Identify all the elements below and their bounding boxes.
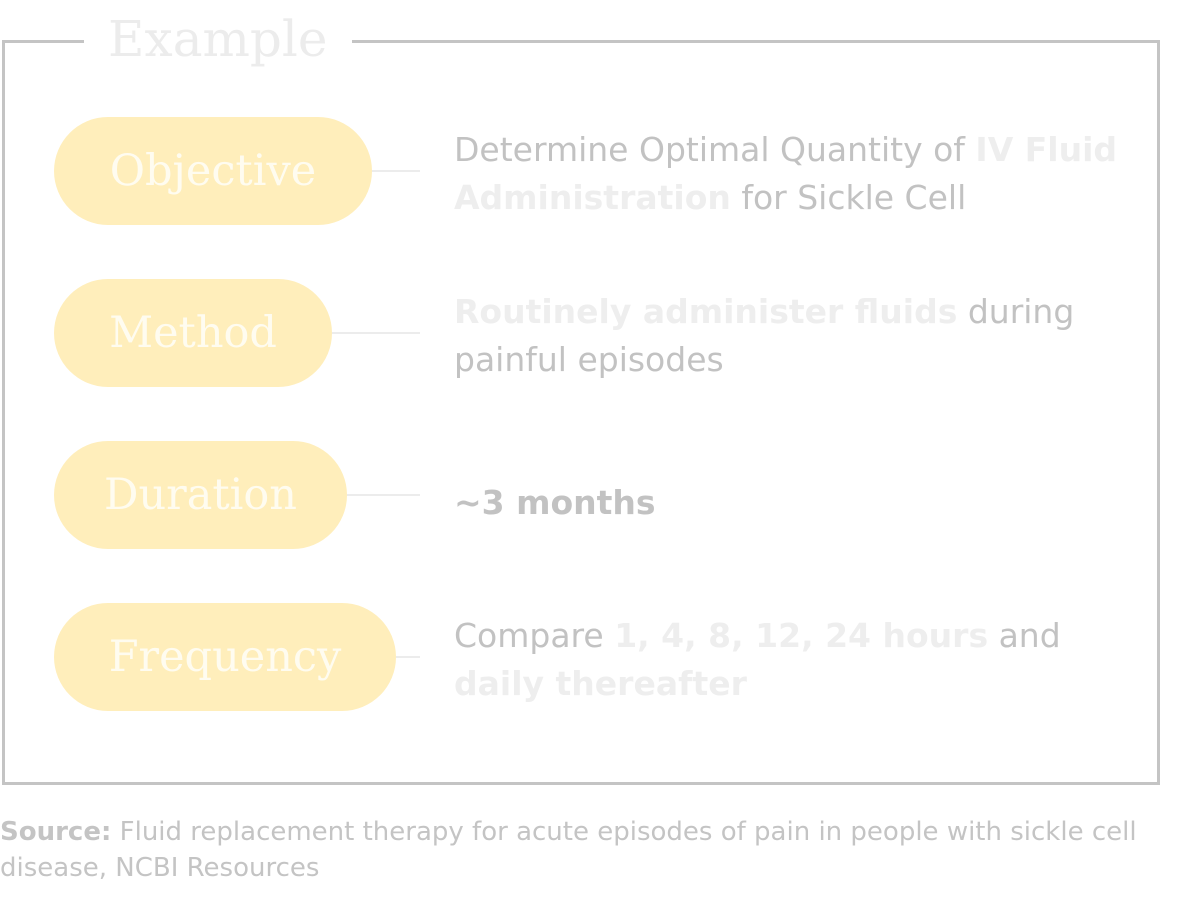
source-text: Fluid replacement therapy for acute epis…: [0, 817, 1137, 883]
objective-description: Determine Optimal Quantity of IV Fluid A…: [454, 126, 1134, 222]
source-label: Source:: [0, 817, 112, 847]
method-pill: Method: [54, 279, 332, 387]
objective-text-1: Determine Optimal Quantity of: [454, 130, 976, 169]
duration-connector: [347, 494, 420, 496]
frequency-text-1: Compare: [454, 616, 615, 655]
frequency-highlight-2: daily thereafter: [454, 664, 747, 703]
frequency-pill: Frequency: [54, 603, 396, 711]
frequency-text-2: and: [988, 616, 1061, 655]
frame-title: Example: [84, 4, 352, 74]
row-method: Method Routinely administer fluids durin…: [0, 279, 1182, 389]
row-duration: Duration ~3 months: [0, 441, 1182, 551]
source-note: Source: Fluid replacement therapy for ac…: [0, 814, 1180, 886]
duration-description: ~3 months: [454, 479, 1134, 527]
frequency-connector: [396, 656, 420, 658]
method-connector: [332, 332, 420, 334]
duration-value: ~3 months: [454, 483, 656, 522]
duration-pill: Duration: [54, 441, 347, 549]
objective-text-2: for Sickle Cell: [730, 178, 967, 217]
row-frequency: Frequency Compare 1, 4, 8, 12, 24 hours …: [0, 603, 1182, 713]
method-description: Routinely administer fluids during painf…: [454, 288, 1134, 384]
frequency-highlight-1: 1, 4, 8, 12, 24 hours: [614, 616, 989, 655]
objective-connector: [372, 170, 420, 172]
row-objective: Objective Determine Optimal Quantity of …: [0, 117, 1182, 227]
method-highlight: Routinely administer fluids: [454, 292, 958, 331]
frequency-description: Compare 1, 4, 8, 12, 24 hours and daily …: [454, 612, 1134, 708]
objective-pill: Objective: [54, 117, 372, 225]
